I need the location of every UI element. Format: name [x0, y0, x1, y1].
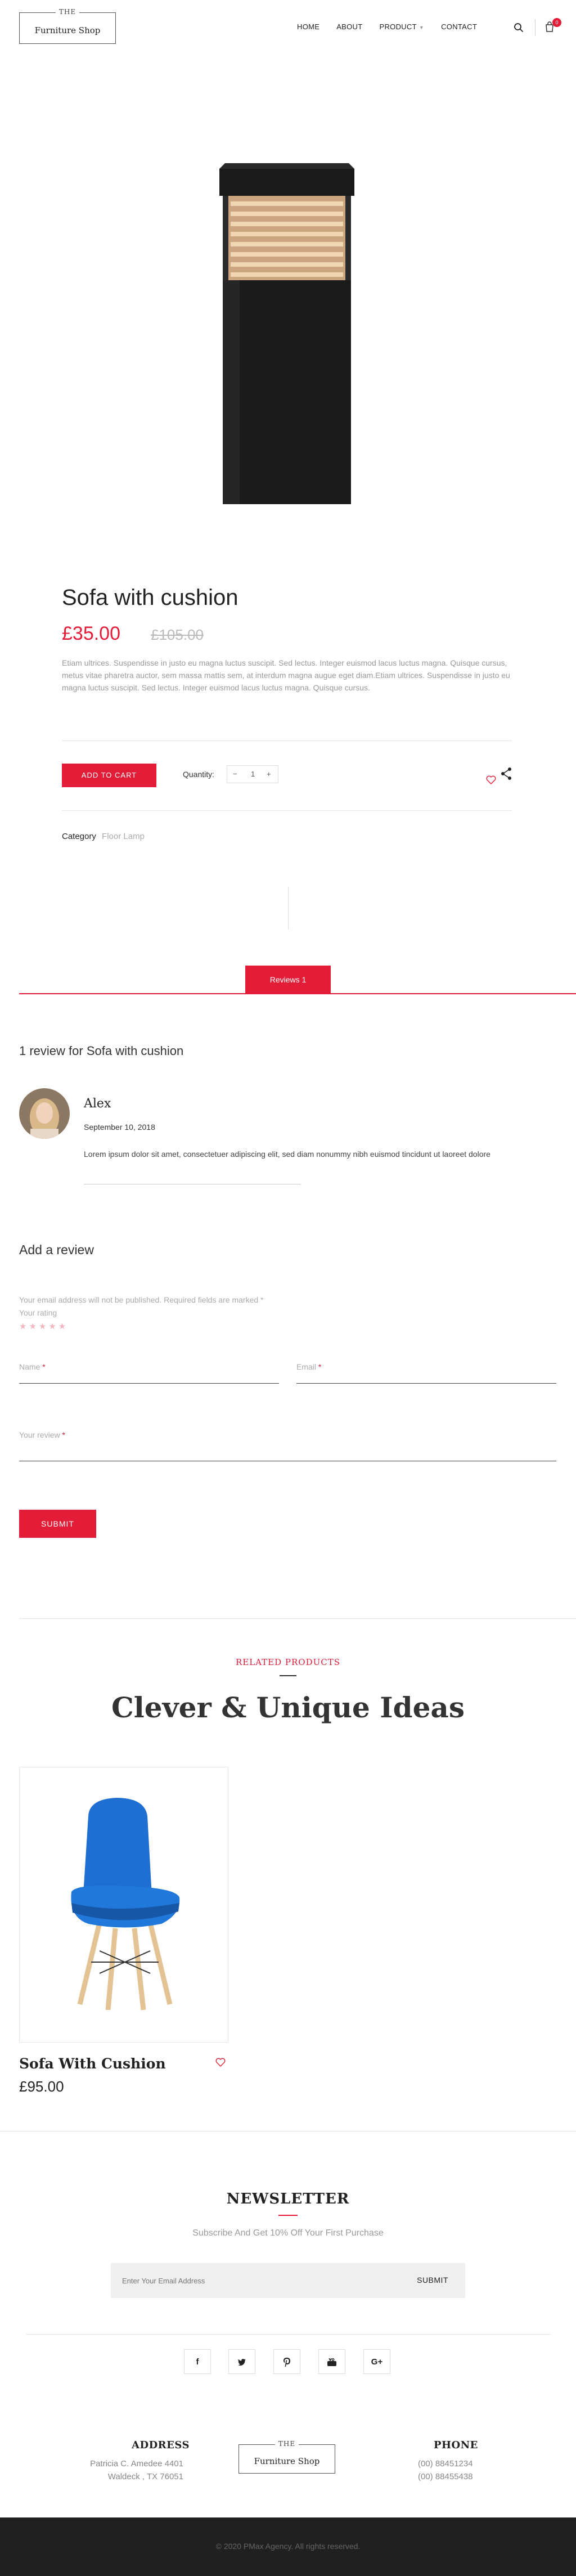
tab-reviews[interactable]: Reviews 1 [245, 966, 331, 994]
related-underline [280, 1675, 296, 1676]
review-date: September 10, 2018 [84, 1123, 155, 1132]
required-notice: Your email address will not be published… [19, 1295, 264, 1304]
chair-image [49, 1793, 200, 2018]
nav-home[interactable]: HOME [297, 23, 320, 31]
heart-icon[interactable] [215, 2058, 226, 2067]
address-line: Waldeck , TX 76051 [107, 2472, 183, 2481]
product-category: Category Floor Lamp [62, 832, 145, 841]
review-author: Alex [84, 1097, 111, 1111]
review-label-text: Your review [19, 1430, 60, 1439]
add-review-heading: Add a review [19, 1242, 94, 1257]
newsletter-subtitle: Subscribe And Get 10% Off Your First Pur… [192, 2228, 384, 2238]
category-link[interactable]: Floor Lamp [102, 832, 145, 841]
product-old-price: £105.00 [151, 626, 204, 643]
related-kicker: RELATED PRODUCTS [235, 1657, 341, 1667]
cart-count-badge: 0 [552, 18, 561, 27]
email-field[interactable] [296, 1383, 556, 1384]
quantity-minus-button[interactable]: − [233, 770, 237, 778]
required-mark: * [62, 1430, 65, 1439]
avatar [19, 1088, 70, 1139]
nav-contact[interactable]: CONTACT [441, 23, 477, 31]
category-label: Category [62, 832, 96, 841]
copyright: © 2020 PMax Agency. All rights reserved. [215, 2542, 361, 2551]
product-card[interactable] [19, 1767, 228, 2043]
quantity-label: Quantity: [183, 770, 215, 779]
address-line: Patricia C. Amedee 4401 [90, 2459, 183, 2469]
product-description: Etiam ultrices. Suspendisse in justo eu … [62, 658, 510, 692]
logo-name: Furniture Shop [34, 25, 101, 35]
tab-underline [19, 993, 576, 994]
related-title: Clever & Unique Ideas [111, 1691, 465, 1724]
logo[interactable]: THE Furniture Shop [19, 8, 116, 44]
search-icon[interactable] [514, 23, 524, 33]
chevron-down-icon: ▼ [418, 25, 425, 30]
email-label: Email * [296, 1362, 321, 1371]
tab-separator [288, 887, 289, 930]
heart-icon[interactable] [486, 775, 496, 784]
footer-logo[interactable]: THE Furniture Shop [238, 2440, 335, 2474]
quantity-plus-button[interactable]: + [267, 770, 271, 778]
quantity-stepper: − 1 + [227, 765, 278, 783]
rating-label: Your rating [19, 1308, 57, 1317]
product-price: £35.00 [62, 623, 120, 644]
section-divider [19, 1618, 576, 1619]
youtube-icon[interactable] [318, 2349, 345, 2374]
product-image [62, 84, 514, 538]
newsletter-submit-button[interactable]: SUBMIT [417, 2276, 448, 2285]
required-mark: * [42, 1362, 46, 1371]
newsletter-email-input[interactable] [122, 2263, 370, 2298]
divider [26, 2334, 551, 2335]
review-label: Your review * [19, 1430, 65, 1439]
email-label-text: Email [296, 1362, 317, 1371]
newsletter-underline [278, 2215, 298, 2216]
name-label-text: Name [19, 1362, 40, 1371]
google-plus-icon[interactable]: G+ [363, 2349, 390, 2374]
nav-about[interactable]: ABOUT [336, 23, 362, 31]
header-divider [535, 19, 536, 36]
required-mark: * [318, 1362, 322, 1371]
related-product-title[interactable]: Sofa With Cushion [19, 2056, 166, 2072]
reviews-heading: 1 review for Sofa with cushion [19, 1044, 184, 1058]
phone-title: PHONE [434, 2439, 478, 2451]
nav-product[interactable]: PRODUCT ▼ [380, 23, 425, 31]
related-product-price: £95.00 [19, 2078, 64, 2095]
name-label: Name * [19, 1362, 46, 1371]
newsletter-form: SUBMIT [111, 2263, 465, 2298]
phone-line[interactable]: (00) 88451234 [418, 2459, 473, 2469]
address-title: ADDRESS [132, 2439, 190, 2451]
logo-the: THE [274, 2440, 299, 2448]
add-to-cart-button[interactable]: ADD TO CART [62, 764, 156, 787]
phone-line[interactable]: (00) 88455438 [418, 2472, 473, 2481]
newsletter-title: NEWSLETTER [226, 2191, 350, 2207]
facebook-icon[interactable]: f [184, 2349, 211, 2374]
logo-name: Furniture Shop [254, 2456, 320, 2466]
twitter-icon[interactable] [228, 2349, 255, 2374]
quantity-value[interactable]: 1 [251, 770, 255, 778]
rating-stars[interactable]: ★★★★★ [19, 1321, 68, 1331]
main-nav: HOME ABOUT PRODUCT ▼ CONTACT [297, 23, 494, 31]
name-field[interactable] [19, 1383, 279, 1384]
logo-the: THE [55, 8, 80, 16]
submit-review-button[interactable]: SUBMIT [19, 1510, 96, 1538]
product-title: Sofa with cushion [62, 585, 238, 610]
nav-product-label: PRODUCT [379, 23, 417, 31]
pinterest-icon[interactable] [273, 2349, 300, 2374]
divider [62, 810, 512, 811]
review-text: Lorem ipsum dolor sit amet, consectetuer… [84, 1150, 490, 1159]
share-icon[interactable] [500, 767, 512, 780]
